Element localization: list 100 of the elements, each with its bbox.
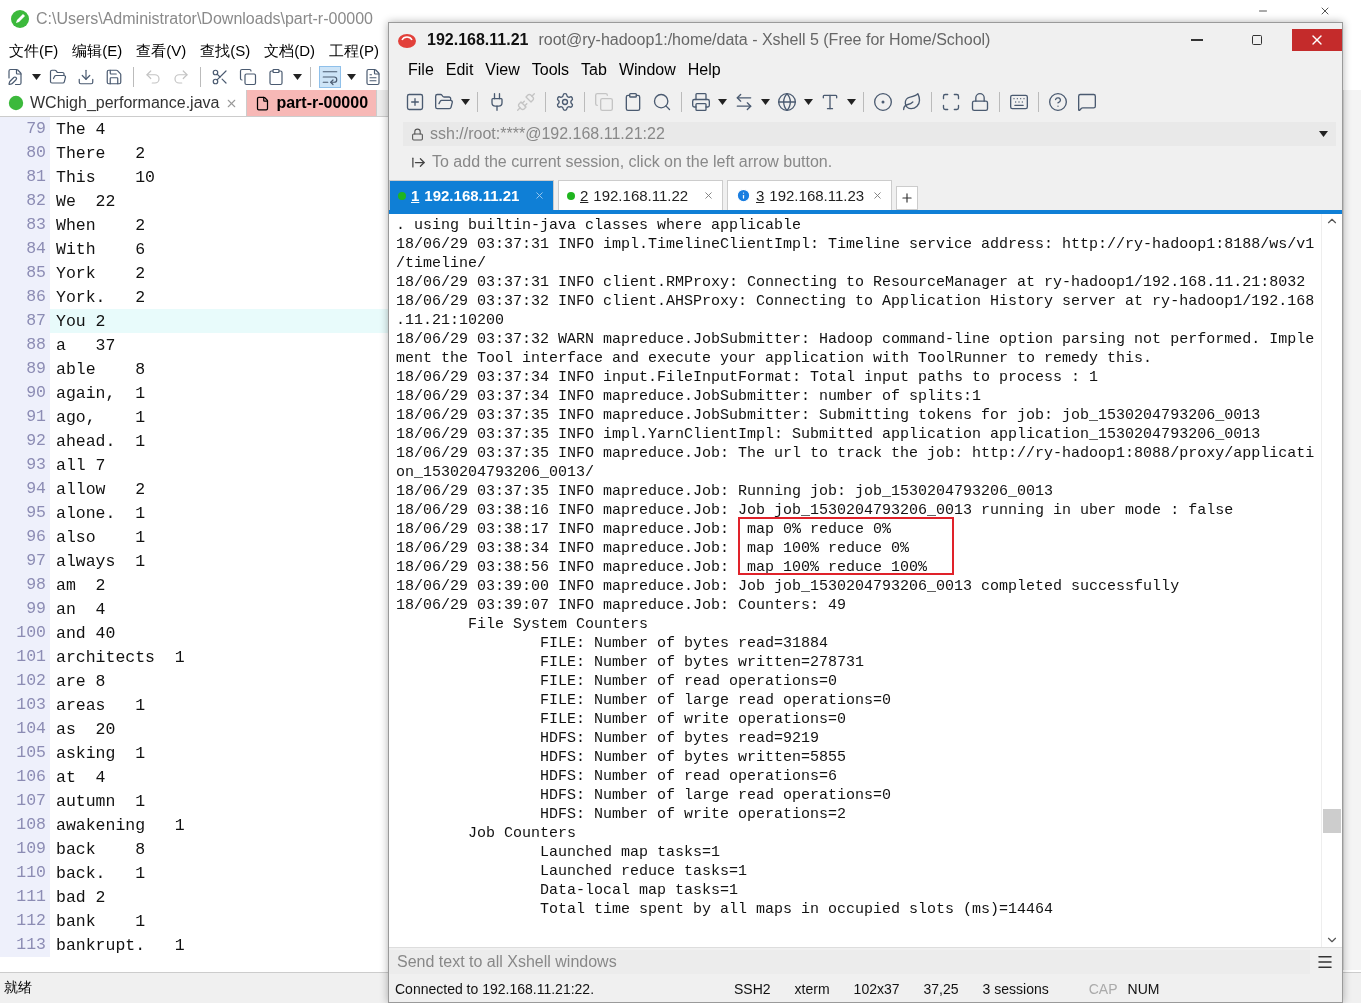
- code-line: awakening 1: [55, 815, 185, 835]
- caret-icon[interactable]: [718, 99, 727, 105]
- line-number: 112: [0, 909, 50, 933]
- file-tab[interactable]: part-r-00000: [247, 90, 378, 116]
- terminal-line: 18/06/29 03:37:34 INFO mapreduce.JobSubmitter: number of splits:1: [396, 387, 983, 406]
- copy-icon[interactable]: [237, 66, 259, 88]
- line-number: 97: [0, 549, 50, 573]
- caret-icon[interactable]: [761, 99, 770, 105]
- menu-item[interactable]: Tab: [576, 59, 612, 81]
- send-text-field[interactable]: Send text to all Xshell windows: [389, 950, 1310, 974]
- terminal-line: HDFS: Number of large read operations=0: [539, 786, 893, 805]
- line-number: 102: [0, 669, 50, 693]
- menu-item[interactable]: 查看(V): [131, 39, 192, 63]
- menu-item[interactable]: File: [403, 59, 439, 81]
- code-line: a 37: [55, 335, 116, 355]
- code-line: at 4: [55, 767, 106, 787]
- code-line: also 1: [55, 527, 146, 547]
- menu-item[interactable]: 文档(D): [259, 39, 320, 63]
- cursor-position: 37,25: [923, 981, 959, 997]
- close-icon[interactable]: [1319, 5, 1331, 17]
- menu-item[interactable]: 查找(S): [195, 39, 256, 63]
- line-number: 113: [0, 933, 50, 957]
- code-line: York 2: [55, 263, 146, 283]
- terminal-line: 18/06/29 03:37:35 INFO mapreduce.Job: Running job: job_1530204793206_0013: [396, 482, 1055, 501]
- code-line: an 4: [55, 599, 106, 619]
- connection-status: Connected to 192.168.11.21:22.: [395, 981, 594, 997]
- line-number: 83: [0, 213, 50, 237]
- line-number: 95: [0, 501, 50, 525]
- menu-item[interactable]: 文件(F): [4, 39, 64, 63]
- terminal-line: /timeline/: [396, 254, 487, 273]
- menu-item[interactable]: Window: [613, 59, 681, 81]
- line-number: 93: [0, 453, 50, 477]
- scroll-thumb[interactable]: [1323, 809, 1341, 833]
- caret-icon[interactable]: [347, 74, 356, 80]
- menu-item[interactable]: Help: [682, 59, 726, 81]
- line-number: 111: [0, 885, 50, 909]
- terminal-line: 18/06/29 03:38:16 INFO mapreduce.Job: Job job_1530204793206_0013 running in uber mode : false: [396, 501, 1235, 520]
- terminal-line: 18/06/29 03:37:35 INFO impl.YarnClientImpl: Submitted application application_1530204793206_0013: [396, 425, 1262, 444]
- line-number: 84: [0, 237, 50, 261]
- line-number: 94: [0, 477, 50, 501]
- code-line: am 2: [55, 575, 106, 595]
- globe-icon[interactable]: [775, 90, 799, 114]
- terminal-line: on_1530204793206_0013/: [396, 463, 596, 482]
- scrollbar[interactable]: [1343, 90, 1361, 970]
- plus-icon: [900, 191, 914, 205]
- terminal-line: Launched map tasks=1: [539, 843, 722, 862]
- terminal-line: 18/06/29 03:37:32 INFO client.AHSProxy: Connecting to Application History server at ry-hadoop1/192.168: [396, 292, 1316, 311]
- line-number: 90: [0, 381, 50, 405]
- terminal-line: Data-local map tasks=1: [539, 881, 740, 900]
- line-number: 96: [0, 525, 50, 549]
- code-line: allow 2: [55, 479, 146, 499]
- window-title: 192.168.11.21: [427, 30, 529, 49]
- caret-icon[interactable]: [1319, 131, 1328, 137]
- code-line: alone. 1: [55, 503, 146, 523]
- terminal-line: 18/06/29 03:38:17 INFO mapreduce.Job: map 0% reduce 0%: [396, 520, 893, 539]
- code-line: areas 1: [55, 695, 146, 715]
- caret-icon[interactable]: [847, 99, 856, 105]
- menu-item[interactable]: View: [480, 59, 525, 81]
- menu-item[interactable]: Tools: [526, 59, 575, 81]
- line-number: 108: [0, 813, 50, 837]
- hint-text: To add the current session, click on the left arrow button.: [432, 153, 834, 171]
- caret-icon[interactable]: [293, 74, 302, 80]
- printer-icon[interactable]: [689, 90, 713, 114]
- menu-item[interactable]: 工程(P): [324, 39, 384, 63]
- session-tab[interactable]: 2 192.168.11.22: [558, 180, 723, 210]
- close-button[interactable]: [1292, 28, 1342, 51]
- terminal-line: ment the Tool interface and execute your application with ToolRunner to remedy this.: [396, 349, 1154, 368]
- terminal-line: 18/06/29 03:37:31 INFO client.RMProxy: Connecting to ResourceManager at ry-hadoop1/192.168.11.21:8032: [396, 273, 1307, 292]
- minimize-icon: [1191, 38, 1203, 41]
- line-number: 81: [0, 165, 50, 189]
- session-tab[interactable]: 3 192.168.11.23: [727, 180, 892, 210]
- code-line: There 2: [55, 143, 146, 163]
- caret-icon[interactable]: [804, 99, 813, 105]
- code-line: back 8: [55, 839, 146, 859]
- caret-icon[interactable]: [461, 99, 470, 105]
- terminal-line: Launched reduce tasks=1: [539, 862, 749, 881]
- line-number: 80: [0, 141, 50, 165]
- code-line: autumn 1: [55, 791, 146, 811]
- line-number: 85: [0, 261, 50, 285]
- file-tab[interactable]: WChigh_performance.java: [0, 90, 248, 116]
- help-icon[interactable]: [1046, 90, 1070, 114]
- terminal-line: Job Counters: [467, 824, 578, 843]
- line-number: 107: [0, 789, 50, 813]
- terminal-line: File System Counters: [467, 615, 650, 634]
- line-number: 88: [0, 333, 50, 357]
- caret-icon[interactable]: [32, 74, 41, 80]
- terminal-size: 102x37: [853, 981, 900, 997]
- code-line: architects 1: [55, 647, 185, 667]
- close-icon[interactable]: [703, 190, 714, 201]
- menu-item[interactable]: 编辑(E): [67, 39, 128, 63]
- menu-item[interactable]: Edit: [440, 59, 479, 81]
- terminal-line: 18/06/29 03:37:34 INFO input.FileInputFormat: Total input paths to process : 1: [396, 368, 1100, 387]
- code-line: as 20: [55, 719, 116, 739]
- terminal-line: 18/06/29 03:37:32 WARN mapreduce.JobSubmitter: Hadoop command-line option parsing not performed. Imple: [396, 330, 1316, 349]
- session-tab[interactable]: 1 192.168.11.21: [389, 180, 554, 210]
- menu-icon[interactable]: [1316, 953, 1334, 971]
- wrap-text-icon[interactable]: [319, 66, 341, 88]
- add-tab-button[interactable]: [896, 186, 918, 210]
- scrollbar[interactable]: [1321, 214, 1342, 947]
- close-icon[interactable]: [872, 190, 883, 201]
